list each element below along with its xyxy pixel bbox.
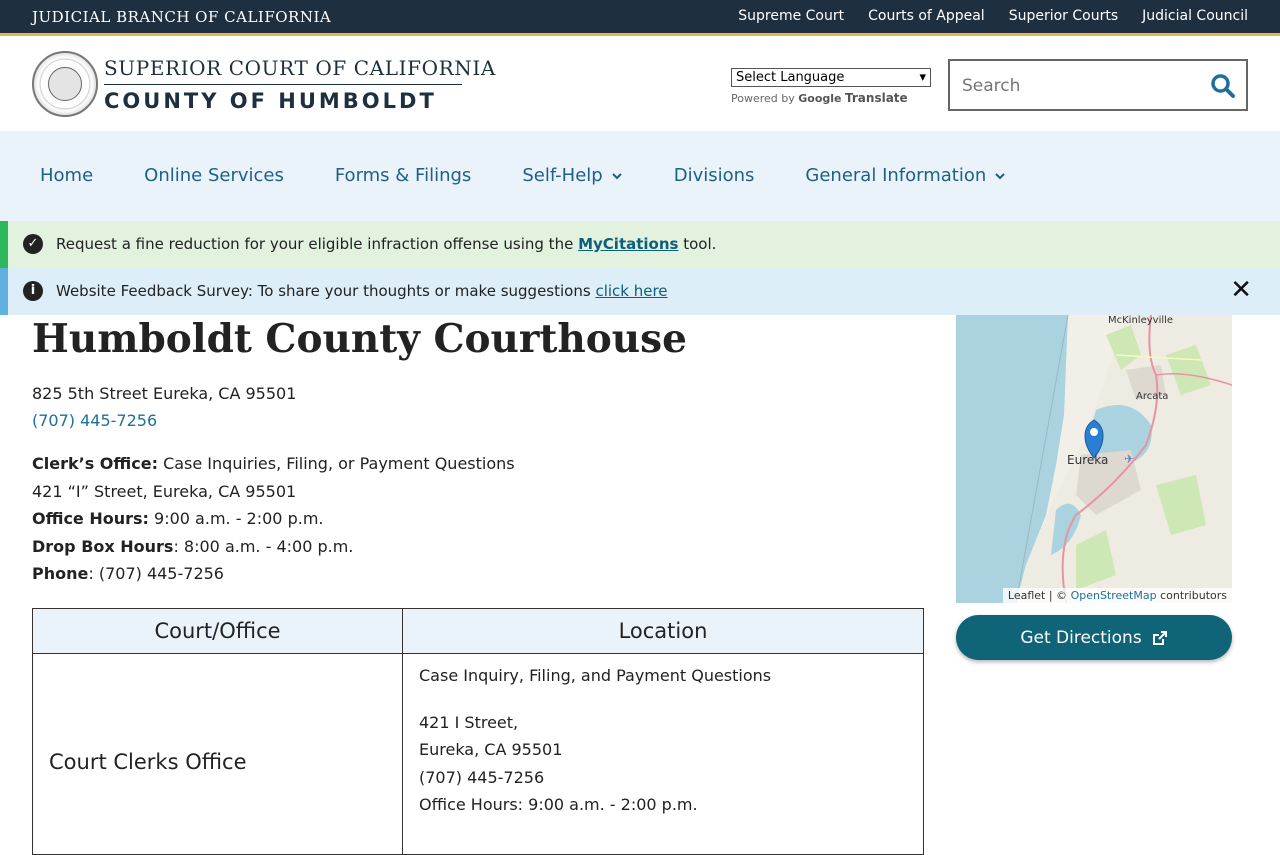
openstreetmap-link[interactable]: OpenStreetMap	[1071, 589, 1157, 602]
page-title: Humboldt County Courthouse	[32, 316, 687, 362]
court-name-line2[interactable]: COUNTY OF HUMBOLDT	[104, 89, 437, 113]
dropbox-hours-value: : 8:00 a.m. - 4:00 p.m.	[173, 537, 354, 556]
close-icon[interactable]: ✕	[1230, 277, 1252, 303]
external-link-icon	[1152, 630, 1167, 645]
courthouse-phone-link[interactable]: (707) 445-7256	[32, 411, 157, 430]
table-cell-location: Case Inquiry, Filing, and Payment Questi…	[403, 654, 923, 854]
attribution-separator: | ©	[1048, 589, 1068, 602]
site-header: SUPERIOR COURT OF CALIFORNIA COUNTY OF H…	[0, 39, 1280, 131]
chevron-down-icon	[611, 172, 622, 179]
google-translate-credit: Powered by Google Translate	[731, 91, 908, 105]
alert-text: Website Feedback Survey: To share your t…	[56, 282, 668, 300]
attribution-contributors: contributors	[1160, 589, 1227, 602]
phone-value: : (707) 445-7256	[88, 564, 224, 583]
table-header-row: Court/Office Location	[33, 609, 923, 654]
get-directions-button[interactable]: Get Directions	[956, 615, 1232, 660]
nav-home[interactable]: Home	[40, 165, 93, 186]
leaflet-link[interactable]: Leaflet	[1008, 589, 1045, 602]
nav-divisions[interactable]: Divisions	[674, 165, 755, 186]
court-name-line1[interactable]: SUPERIOR COURT OF CALIFORNIA	[104, 56, 496, 80]
translate-link[interactable]: Translate	[845, 91, 908, 105]
clerk-office-desc: Case Inquiries, Filing, or Payment Quest…	[163, 454, 515, 473]
nav-self-help[interactable]: Self-Help	[522, 165, 622, 186]
chevron-down-icon	[995, 172, 1005, 179]
dropbox-hours-label: Drop Box Hours	[32, 537, 174, 556]
nav-forms-filings-label: Forms & Filings	[334, 165, 472, 186]
location-street: 421 I Street,	[419, 713, 519, 732]
alert-text: Request a fine reduction for your eligib…	[56, 235, 716, 253]
top-link-courts-of-appeal[interactable]: Courts of Appeal	[868, 8, 985, 24]
clerk-office-label: Clerk’s Office:	[32, 454, 158, 473]
court-office-table: Court/Office Location Court Clerks Offic…	[32, 608, 924, 855]
office-hours-label: Office Hours:	[32, 509, 149, 528]
location-desc: Case Inquiry, Filing, and Payment Questi…	[419, 666, 772, 685]
clerk-address: 421 “I” Street, Eureka, CA 95501	[32, 482, 297, 501]
top-links: Supreme Court Courts of Appeal Superior …	[738, 8, 1248, 24]
top-link-superior-courts[interactable]: Superior Courts	[1009, 8, 1118, 24]
nav-general-information-label: General Information	[805, 165, 987, 186]
location-phone: (707) 445-7256	[419, 768, 545, 787]
alert-text-before: Website Feedback Survey: To share your t…	[56, 282, 591, 300]
language-select[interactable]: Select Language	[731, 68, 931, 87]
nav-divisions-label: Divisions	[673, 165, 755, 186]
top-link-supreme-court[interactable]: Supreme Court	[738, 8, 844, 24]
court-name-divider	[104, 84, 462, 85]
phone-line: Phone: (707) 445-7256	[32, 564, 224, 583]
check-circle-icon: ✓	[23, 234, 43, 254]
mycitations-alert: ✓ Request a fine reduction for your elig…	[0, 221, 1280, 268]
google-logo: Google	[798, 92, 842, 105]
nav-home-label: Home	[40, 165, 94, 186]
nav-general-information[interactable]: General Information	[805, 165, 1006, 186]
nav-self-help-label: Self-Help	[522, 165, 603, 186]
main-nav: Home Online Services Forms & Filings Sel…	[0, 131, 1280, 221]
table-row: Court Clerks Office Case Inquiry, Filing…	[33, 654, 923, 854]
map-attribution: Leaflet | © OpenStreetMap contributors	[1002, 588, 1232, 603]
powered-by-text: Powered by	[731, 92, 795, 105]
survey-link[interactable]: click here	[595, 282, 667, 300]
location-hours: Office Hours: 9:00 a.m. - 2:00 p.m.	[419, 795, 698, 814]
table-cell-office: Court Clerks Office	[33, 654, 403, 854]
nav-online-services[interactable]: Online Services	[144, 165, 284, 186]
alert-text-after: tool.	[683, 235, 717, 253]
office-hours-value: 9:00 a.m. - 2:00 p.m.	[154, 509, 324, 528]
map-label-arcata: Arcata	[1136, 391, 1169, 402]
location-city: Eureka, CA 95501	[419, 740, 563, 759]
info-circle-icon: i	[23, 281, 43, 301]
top-link-judicial-council[interactable]: Judicial Council	[1142, 8, 1248, 24]
feedback-survey-alert: i Website Feedback Survey: To share your…	[0, 268, 1280, 315]
judicial-branch-bar: JUDICIAL BRANCH OF CALIFORNIA Supreme Co…	[0, 0, 1280, 36]
table-header-court-office: Court/Office	[33, 609, 403, 653]
phone-label: Phone	[32, 564, 89, 583]
clerk-office-line: Clerk’s Office: Case Inquiries, Filing, …	[32, 454, 515, 473]
judicial-branch-link[interactable]: JUDICIAL BRANCH OF CALIFORNIA	[32, 8, 331, 26]
map-label-mckinleyville: McKinleyville	[1108, 315, 1174, 326]
dropbox-hours-line: Drop Box Hours: 8:00 a.m. - 4:00 p.m.	[32, 537, 353, 556]
table-header-location: Location	[618, 619, 708, 643]
get-directions-label: Get Directions	[1020, 627, 1142, 648]
nav-online-services-label: Online Services	[144, 165, 284, 186]
search-input[interactable]	[962, 74, 1202, 98]
seal-center	[48, 67, 82, 101]
alert-text-before: Request a fine reduction for your eligib…	[56, 235, 574, 253]
map-label-eureka: Eureka	[1067, 453, 1109, 467]
office-hours-line: Office Hours: 9:00 a.m. - 2:00 p.m.	[32, 509, 323, 528]
search-box	[948, 59, 1248, 111]
courthouse-address: 825 5th Street Eureka, CA 95501	[32, 384, 297, 403]
search-icon[interactable]	[1210, 73, 1236, 99]
office-name: Court Clerks Office	[49, 750, 247, 774]
svg-text:✈: ✈	[1124, 452, 1134, 466]
location-map[interactable]: ✈ McKinleyville Arcata Eureka Leaflet | …	[956, 315, 1232, 603]
mycitations-link[interactable]: MyCitations	[578, 235, 678, 253]
court-seal-logo[interactable]	[32, 51, 98, 117]
nav-forms-filings[interactable]: Forms & Filings	[335, 165, 471, 186]
